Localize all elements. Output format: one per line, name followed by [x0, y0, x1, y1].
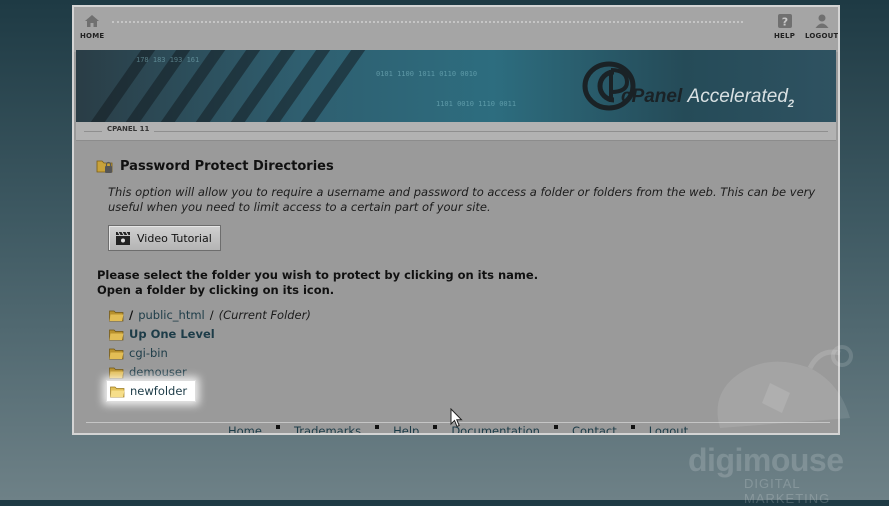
logout-label: LOGOUT — [805, 32, 839, 40]
path-separator: / — [209, 308, 214, 322]
footer-link-help[interactable]: Help — [393, 424, 419, 433]
path-public-html[interactable]: public_html — [138, 308, 205, 322]
user-icon — [815, 14, 829, 28]
brand-version: 2 — [787, 97, 795, 110]
folder-link-demouser[interactable]: demouser — [129, 365, 187, 379]
folder-icon[interactable] — [110, 385, 125, 398]
page-title: Password Protect Directories — [120, 158, 334, 174]
banner-bits: 0101 1100 1011 0110 0010 — [376, 70, 478, 78]
brand-name: cPanel Accelerated2 — [621, 86, 794, 110]
page-header: Password Protect Directories — [96, 157, 334, 175]
folder-item-demouser[interactable]: demouser — [109, 365, 187, 379]
home-button[interactable]: HOME — [80, 13, 104, 40]
clapperboard-icon — [116, 231, 130, 245]
up-one-level-link[interactable]: Up One Level — [129, 327, 215, 341]
folder-icon[interactable] — [109, 366, 124, 379]
page-description: This option will allow you to require a … — [108, 185, 816, 214]
folder-item-cgi-bin[interactable]: cgi-bin — [109, 346, 168, 360]
watermark-brand: digimouse — [688, 442, 844, 478]
footer-bullet — [553, 425, 558, 429]
cpanel-banner: 178 183 193 161 0101 1100 1011 0110 0010… — [76, 50, 836, 122]
svg-text:?: ? — [781, 16, 788, 29]
help-button[interactable]: ? HELP — [774, 13, 795, 40]
folder-link-newfolder[interactable]: newfolder — [130, 384, 187, 398]
logout-button[interactable]: LOGOUT — [805, 13, 839, 40]
banner-numbers: 178 183 193 161 — [136, 56, 200, 64]
watermark-tagline: DIGITAL MARKETING — [744, 476, 831, 506]
version-bar: CPANEL 11 — [76, 122, 836, 141]
home-label: HOME — [80, 32, 105, 40]
mouse-cursor-icon — [450, 408, 463, 428]
help-icon: ? — [777, 14, 792, 29]
video-tutorial-label: Video Tutorial — [137, 231, 212, 245]
folder-link-cgi-bin[interactable]: cgi-bin — [129, 346, 168, 360]
footer-bullet — [630, 425, 635, 429]
footer-bullet — [433, 425, 438, 429]
digimouse-mouse-icon — [717, 345, 853, 428]
folder-lock-icon — [96, 160, 113, 173]
path-row: / public_html / (Current Folder) — [109, 308, 311, 322]
footer-link-home[interactable]: Home — [228, 424, 262, 433]
top-navbar: HOME ? HELP LOGOUT — [74, 7, 838, 52]
version-label: CPANEL 11 — [102, 125, 155, 133]
brand-accelerated: Accelerated — [687, 86, 788, 107]
brand-cpanel: cPanel — [621, 86, 683, 107]
footer-link-trademarks[interactable]: Trademarks — [294, 424, 361, 433]
help-label: HELP — [774, 32, 796, 40]
folder-item-newfolder[interactable]: newfolder — [106, 380, 196, 402]
home-icon — [85, 15, 100, 27]
current-folder-label: (Current Folder) — [218, 308, 311, 322]
folder-icon[interactable] — [109, 347, 124, 360]
footer-link-documentation[interactable]: Documentation — [451, 424, 540, 433]
footer-bullet — [275, 425, 280, 429]
video-tutorial-button[interactable]: Video Tutorial — [108, 225, 221, 251]
path-root[interactable]: / — [129, 308, 133, 322]
banner-bits-2: 1101 0010 1110 0011 — [436, 100, 517, 108]
navbar-divider — [112, 21, 743, 23]
footer-link-contact[interactable]: Contact — [572, 424, 617, 433]
instruction-open: Open a folder by clicking on its icon. — [97, 283, 335, 297]
instruction-select: Please select the folder you wish to pro… — [97, 268, 539, 282]
up-one-level-row[interactable]: Up One Level — [109, 327, 215, 341]
folder-icon[interactable] — [109, 309, 124, 322]
footer-bullet — [375, 425, 380, 429]
footer-link-logout[interactable]: Logout — [649, 424, 688, 433]
folder-icon[interactable] — [109, 328, 124, 341]
